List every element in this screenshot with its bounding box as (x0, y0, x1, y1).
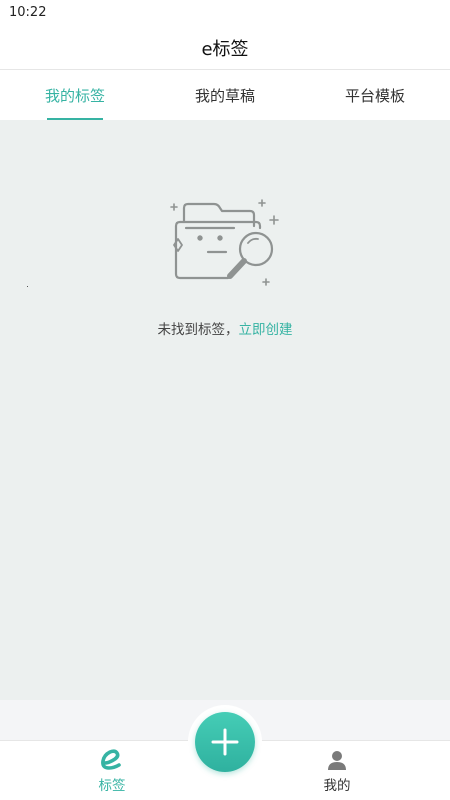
tab-label: 我的草稿 (194, 86, 255, 105)
add-tag-button[interactable] (195, 712, 255, 772)
nav-item-tags[interactable]: 标签 (62, 741, 162, 800)
page-title: e标签 (201, 38, 249, 60)
e-logo-icon (99, 749, 125, 771)
status-time: 10:22 (9, 5, 47, 20)
folder-magnifier-icon (170, 199, 279, 286)
tab-my-tags[interactable]: 我的标签 (0, 70, 150, 120)
app-header: e标签 (0, 26, 450, 70)
nav-label-mine: 我的 (323, 778, 351, 794)
stray-dot (27, 286, 28, 287)
tab-platform-templates[interactable]: 平台模板 (300, 70, 450, 120)
tab-label: 平台模板 (344, 86, 405, 105)
nav-label-tags: 标签 (98, 778, 126, 794)
empty-state-message: 未找到标签，立即创建 (0, 318, 450, 338)
create-now-link[interactable]: 立即创建 (239, 322, 293, 338)
nav-item-mine[interactable]: 我的 (287, 741, 387, 800)
tag-list-area[interactable]: 未找到标签，立即创建 (0, 120, 450, 700)
tab-my-drafts[interactable]: 我的草稿 (150, 70, 300, 120)
tab-bar: 我的标签 我的草稿 平台模板 (0, 70, 450, 120)
tab-label: 我的标签 (44, 86, 105, 105)
empty-message-text: 未找到标签， (157, 322, 239, 338)
status-bar: 10:22 (0, 0, 450, 26)
plus-icon (211, 728, 239, 756)
person-icon (326, 749, 348, 771)
